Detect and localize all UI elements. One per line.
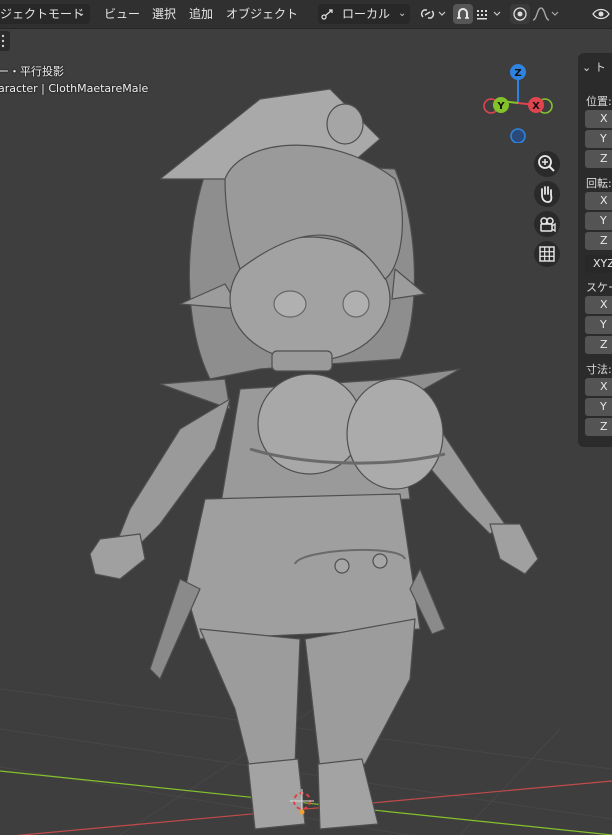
location-label: 位置: — [586, 95, 612, 108]
scene-canvas — [0, 88, 612, 835]
axis-x-label: X — [600, 380, 608, 393]
eye-icon — [592, 8, 610, 20]
y-axis-line — [0, 770, 612, 835]
grid-icon — [539, 246, 555, 262]
camera-view-button[interactable] — [534, 211, 560, 237]
link-icon — [420, 9, 446, 19]
gizmo-z-label: Z — [514, 68, 521, 79]
menu-add[interactable]: 追加 — [189, 5, 213, 23]
orientation-label: ローカル — [342, 7, 391, 21]
rotation-z-field[interactable]: Z — [585, 232, 612, 250]
chevron-down-icon: ⌄ — [582, 61, 592, 74]
perspective-toggle-button[interactable] — [534, 241, 560, 267]
active-object-label: aracter | ClothMaetareMale — [0, 82, 149, 95]
chevron-down-icon: ⌄ — [77, 8, 86, 19]
axis-z-label: Z — [600, 420, 608, 433]
rotation-mode-dropdown[interactable]: XYZ — [585, 255, 612, 273]
view-type-label: ー・平行投影 — [0, 65, 64, 78]
3d-viewport[interactable]: ー・平行投影 aracter | ClothMaetareMale Z Y X — [0, 29, 612, 835]
pivot-point-dropdown[interactable] — [418, 4, 448, 24]
axis-x-label: X — [600, 112, 608, 125]
panel-title: ト — [594, 61, 606, 74]
pan-button[interactable] — [534, 181, 560, 207]
axis-y-label: Y — [600, 214, 607, 227]
axis-x-label: X — [600, 194, 608, 207]
menu-select[interactable]: 選択 — [152, 5, 176, 23]
chevron-down-icon: ⌄ — [398, 8, 407, 19]
axis-y-label: Y — [600, 318, 607, 331]
axis-y-label: Y — [600, 132, 607, 145]
mode-label: ジェクトモード — [0, 7, 85, 21]
rotation-mode-label: XYZ — [593, 257, 612, 270]
axis-z-label: Z — [600, 152, 608, 165]
magnet-icon — [457, 8, 469, 19]
mode-dropdown[interactable]: ジェクトモード ⌄ — [0, 4, 90, 24]
snap-target-dropdown[interactable] — [474, 4, 504, 24]
dimensions-label: 寸法: — [586, 363, 612, 376]
rotation-y-field[interactable]: Y — [585, 212, 612, 230]
dimensions-y-field[interactable]: Y — [585, 398, 612, 416]
viewport-header: ジェクトモード ⌄ ビュー 選択 追加 オブジェクト ローカル ⌄ — [0, 0, 612, 29]
menu-object[interactable]: オブジェクト — [226, 5, 298, 23]
axis-y-label: Y — [600, 400, 607, 413]
location-x-field[interactable]: X — [585, 110, 612, 128]
proportional-editing-toggle[interactable] — [510, 4, 530, 24]
scale-label: スケー — [586, 281, 612, 294]
dimensions-z-field[interactable]: Z — [585, 418, 612, 436]
axis-z-label: Z — [600, 234, 608, 247]
character-model[interactable] — [89, 88, 539, 830]
grid-snap-icon — [477, 10, 501, 20]
location-y-field[interactable]: Y — [585, 130, 612, 148]
hand-icon — [541, 186, 553, 203]
object-origin-icon — [299, 809, 305, 815]
sidebar-transform-panel: ⌄ ト 位置: X Y Z 回転: X Y Z XYZ スケー X Y Z 寸法… — [578, 53, 612, 447]
gizmo-x-label: X — [532, 101, 540, 112]
navigation-gizmo[interactable]: Z Y X — [480, 61, 560, 144]
falloff-dropdown[interactable] — [531, 4, 561, 24]
rotation-x-field[interactable]: X — [585, 192, 612, 210]
scale-z-field[interactable]: Z — [585, 336, 612, 354]
panel-header[interactable]: ⌄ ト — [582, 59, 606, 75]
scale-y-field[interactable]: Y — [585, 316, 612, 334]
menu-view[interactable]: ビュー — [104, 5, 140, 23]
rotation-label: 回転: — [586, 177, 612, 190]
view-object-types-dropdown[interactable] — [590, 4, 612, 24]
toolbar-toggle[interactable] — [0, 31, 10, 51]
axis-z-label: Z — [600, 338, 608, 351]
gizmo-y-label: Y — [496, 101, 505, 112]
orientation-icon — [321, 9, 333, 20]
zoom-icon — [538, 155, 555, 172]
location-z-field[interactable]: Z — [585, 150, 612, 168]
dimensions-x-field[interactable]: X — [585, 378, 612, 396]
zoom-button[interactable] — [534, 151, 560, 177]
camera-icon — [540, 217, 556, 233]
transform-orientation-dropdown[interactable]: ローカル ⌄ — [318, 4, 410, 24]
proportional-editing-icon — [513, 7, 527, 21]
scale-x-field[interactable]: X — [585, 296, 612, 314]
snap-toggle[interactable] — [453, 4, 473, 24]
axis-x-label: X — [600, 298, 608, 311]
drag-handle-icon — [1, 34, 5, 48]
falloff-curve-icon — [532, 7, 559, 21]
floor-grid — [0, 678, 612, 835]
